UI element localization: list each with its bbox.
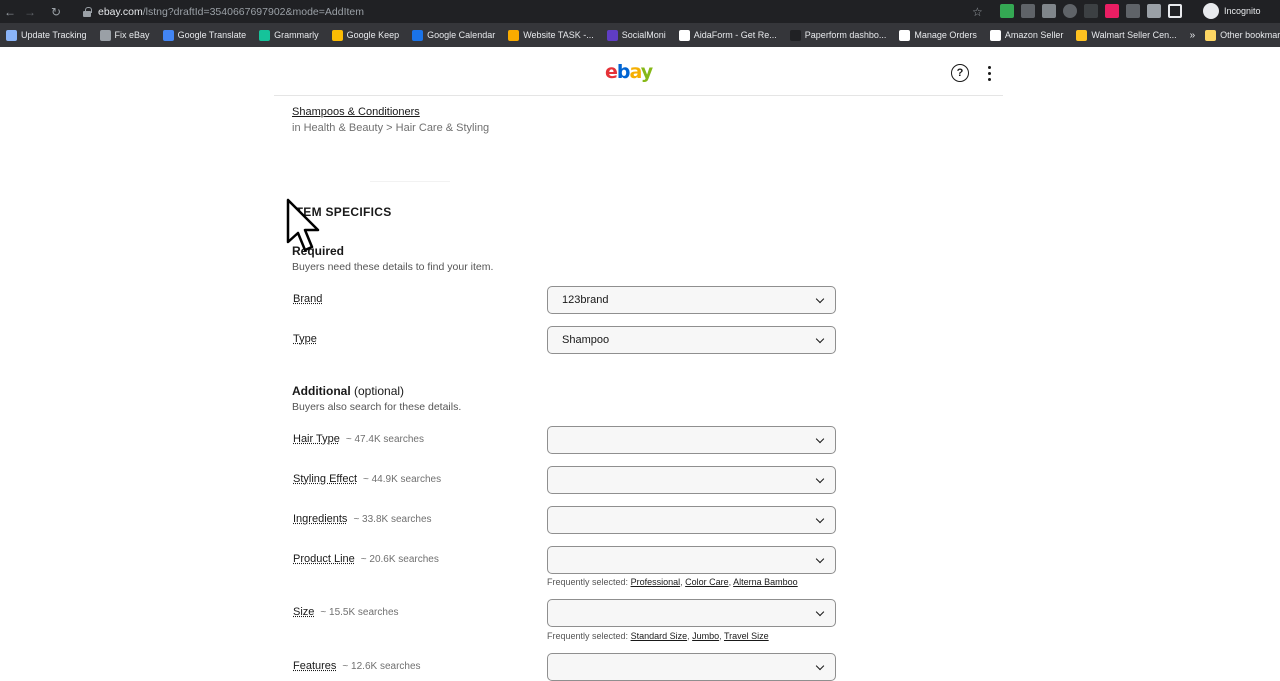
extension-icon[interactable] bbox=[1126, 4, 1140, 18]
product-line-label: Product Line ~ 20.6K searches bbox=[293, 553, 439, 565]
folder-icon bbox=[1205, 29, 1217, 41]
ebay-logo[interactable]: ebay bbox=[605, 61, 653, 83]
bookmark-favicon-icon bbox=[162, 29, 174, 41]
type-label: Type bbox=[293, 333, 317, 345]
frequent-option-link[interactable]: Standard Size bbox=[631, 631, 688, 641]
category-path: in Health & Beauty > Hair Care & Styling bbox=[292, 122, 490, 134]
bookmark-favicon-icon bbox=[331, 29, 343, 41]
product-line-frequent: Frequently selected: Professional, Color… bbox=[547, 577, 798, 587]
bookmark-favicon-icon bbox=[899, 29, 911, 41]
incognito-indicator[interactable]: Incognito bbox=[1203, 3, 1261, 19]
bookmark-item[interactable]: Google Keep bbox=[331, 29, 399, 41]
brand-label: Brand bbox=[293, 293, 323, 305]
chevron-down-icon bbox=[815, 294, 825, 304]
required-description: Buyers need these details to find your i… bbox=[292, 261, 494, 273]
divider bbox=[370, 181, 450, 182]
bookmark-favicon-icon bbox=[606, 29, 618, 41]
additional-description: Buyers also search for these details. bbox=[292, 401, 462, 413]
address-bar[interactable]: ebay.com/lstng?draftId=3540667697902&mod… bbox=[74, 1, 996, 22]
bookmark-item[interactable]: Google Calendar bbox=[412, 29, 495, 41]
extension-icon[interactable] bbox=[1084, 4, 1098, 18]
bookmarks-bar: Update Tracking Fix eBay Google Translat… bbox=[0, 23, 1280, 47]
lock-icon bbox=[82, 6, 92, 17]
chevron-down-icon bbox=[815, 607, 825, 617]
bookmark-favicon-icon bbox=[259, 29, 271, 41]
bookmark-favicon-icon bbox=[412, 29, 424, 41]
chevron-down-icon bbox=[815, 554, 825, 564]
size-label: Size ~ 15.5K searches bbox=[293, 606, 399, 618]
frequent-option-link[interactable]: Jumbo bbox=[692, 631, 719, 641]
reload-icon[interactable]: ↻ bbox=[46, 0, 66, 23]
chevron-down-icon bbox=[815, 474, 825, 484]
bookmark-item[interactable]: Grammarly bbox=[259, 29, 319, 41]
hair-type-label: Hair Type ~ 47.4K searches bbox=[293, 433, 424, 445]
type-select[interactable]: Shampoo bbox=[547, 326, 836, 354]
bookmark-favicon-icon bbox=[989, 29, 1001, 41]
mouse-cursor-icon bbox=[286, 198, 320, 252]
sidepanel-icon[interactable] bbox=[1168, 4, 1182, 18]
additional-heading: Additional (optional) bbox=[292, 384, 405, 398]
ingredients-select[interactable] bbox=[547, 506, 836, 534]
bookmark-item[interactable]: Paperform dashbo... bbox=[789, 29, 886, 41]
bookmark-item[interactable]: Website TASK -... bbox=[508, 29, 594, 41]
bookmark-favicon-icon bbox=[99, 29, 111, 41]
styling-effect-select[interactable] bbox=[547, 466, 836, 494]
extension-icon[interactable] bbox=[1042, 4, 1056, 18]
chevron-down-icon bbox=[815, 514, 825, 524]
styling-effect-label: Styling Effect ~ 44.9K searches bbox=[293, 473, 442, 485]
forward-icon[interactable]: → bbox=[20, 0, 40, 23]
browser-toolbar: ← → ↻ ebay.com/lstng?draftId=35406676979… bbox=[0, 0, 1280, 23]
product-line-select[interactable] bbox=[547, 546, 836, 574]
help-icon[interactable]: ? bbox=[951, 64, 969, 82]
size-frequent: Frequently selected: Standard Size, Jumb… bbox=[547, 631, 769, 641]
ingredients-label: Ingredients ~ 33.8K searches bbox=[293, 513, 432, 525]
size-select[interactable] bbox=[547, 599, 836, 627]
frequent-option-link[interactable]: Professional bbox=[631, 577, 681, 587]
extensions-area bbox=[1000, 4, 1182, 18]
bookmark-favicon-icon bbox=[6, 29, 17, 41]
back-icon[interactable]: ← bbox=[0, 0, 20, 23]
bookmark-item[interactable]: SocialMoni bbox=[606, 29, 666, 41]
brand-select[interactable]: 123brand bbox=[547, 286, 836, 314]
frequent-option-link[interactable]: Travel Size bbox=[724, 631, 769, 641]
features-label: Features ~ 12.6K searches bbox=[293, 660, 421, 672]
extension-icon[interactable] bbox=[1000, 4, 1014, 18]
bookmark-favicon-icon bbox=[508, 29, 520, 41]
ebay-header: ebay ? bbox=[274, 47, 1003, 96]
bookmark-favicon-icon bbox=[789, 29, 801, 41]
frequent-option-link[interactable]: Alterna Bamboo bbox=[733, 577, 798, 587]
bookmark-item[interactable]: Walmart Seller Cen... bbox=[1076, 29, 1177, 41]
more-bookmarks-button[interactable]: » bbox=[1190, 30, 1196, 41]
category-name-link[interactable]: Shampoos & Conditioners bbox=[292, 106, 420, 118]
features-select[interactable] bbox=[547, 653, 836, 681]
extension-icon[interactable] bbox=[1105, 4, 1119, 18]
incognito-icon bbox=[1203, 3, 1219, 19]
bookmark-item[interactable]: Update Tracking bbox=[6, 29, 87, 41]
bookmark-item[interactable]: Google Translate bbox=[162, 29, 246, 41]
extension-icon[interactable] bbox=[1021, 4, 1035, 18]
hair-type-select[interactable] bbox=[547, 426, 836, 454]
frequent-option-link[interactable]: Color Care bbox=[685, 577, 729, 587]
puzzle-icon[interactable] bbox=[1147, 4, 1161, 18]
chevron-down-icon bbox=[815, 334, 825, 344]
extension-icon[interactable] bbox=[1063, 4, 1077, 18]
bookmark-favicon-icon bbox=[1076, 29, 1088, 41]
more-options-icon[interactable] bbox=[984, 64, 994, 82]
chevron-down-icon bbox=[815, 661, 825, 671]
url-text: ebay.com/lstng?draftId=3540667697902&mod… bbox=[98, 5, 365, 18]
other-bookmarks-folder[interactable]: Other bookmarks bbox=[1205, 29, 1280, 41]
bookmark-item[interactable]: Manage Orders bbox=[899, 29, 977, 41]
bookmark-item[interactable]: AidaForm - Get Re... bbox=[678, 29, 777, 41]
bookmark-favicon-icon bbox=[678, 29, 690, 41]
bookmark-item[interactable]: Amazon Seller bbox=[989, 29, 1063, 41]
bookmark-item[interactable]: Fix eBay bbox=[99, 29, 150, 41]
bookmark-star-icon[interactable]: ☆ bbox=[972, 5, 983, 19]
chevron-down-icon bbox=[815, 434, 825, 444]
